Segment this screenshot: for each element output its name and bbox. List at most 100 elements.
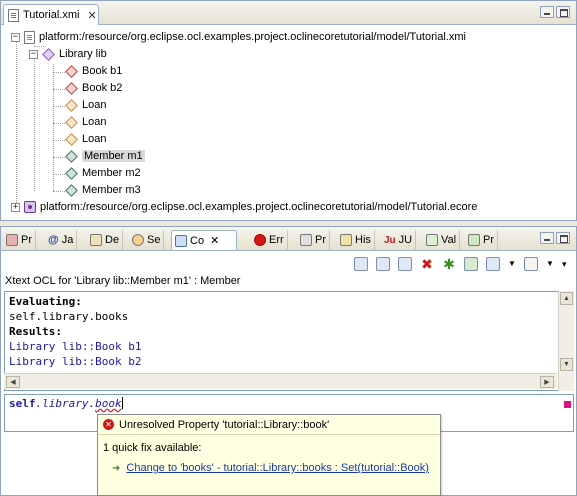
close-console-icon[interactable]: ✖ <box>420 257 434 271</box>
junit-icon: Ju <box>384 234 396 246</box>
load-expression-icon[interactable] <box>354 257 368 271</box>
member-object-icon <box>65 183 78 197</box>
tab-error-log[interactable]: Err <box>251 230 288 250</box>
tree-label: Book b2 <box>82 82 123 94</box>
open-console-icon[interactable] <box>524 257 538 271</box>
input-navigation: library <box>42 397 89 410</box>
tree-label: Loan <box>82 99 107 111</box>
scroll-right-icon[interactable]: ▶ <box>540 376 554 388</box>
tab-console[interactable]: Co ✕ <box>171 230 237 250</box>
view-tabbar: Pr @ Ja De Se Co ✕ Err Pr His Ju JU Val … <box>1 227 576 251</box>
history-icon <box>340 234 352 246</box>
ecore-file-icon <box>24 201 36 213</box>
tab-progress[interactable]: Pr <box>465 230 498 250</box>
tree-row-xmi-resource[interactable]: − platform:/resource/org.eclipse.ocl.exa… <box>11 29 466 45</box>
display-console-icon[interactable] <box>486 257 500 271</box>
quick-fix-arrow-icon: ➜ <box>112 462 121 474</box>
debug-icon[interactable]: ✱ <box>442 257 456 271</box>
tree-row-item[interactable]: Loan <box>65 114 106 130</box>
properties-icon <box>300 234 312 246</box>
tab-label: Co <box>190 234 205 247</box>
quick-fix-header: ✕ Unresolved Property 'tutorial::Library… <box>98 415 440 435</box>
tree-guide-line <box>34 55 35 191</box>
tab-junit[interactable]: Ju JU <box>381 230 417 250</box>
tree-row-item[interactable]: Member m2 <box>65 165 141 181</box>
chevron-down-icon[interactable]: ▼ <box>546 257 554 271</box>
console-icon <box>175 234 187 247</box>
problems-icon <box>6 234 18 246</box>
clear-console-icon[interactable] <box>398 257 412 271</box>
tree-row-item[interactable]: Loan <box>65 97 106 113</box>
tab-label: Pr <box>483 234 494 246</box>
tree-label: Loan <box>82 116 107 128</box>
tab-problems[interactable]: Pr <box>3 230 36 250</box>
member-object-icon <box>65 149 78 163</box>
tab-search[interactable]: Se <box>129 230 165 250</box>
xmi-editor: Tutorial.xmi ✕ − platform:/resource/org.… <box>0 0 577 221</box>
output-vertical-scrollbar[interactable]: ▲ ▼ <box>558 291 574 391</box>
pin-console-icon[interactable] <box>464 257 478 271</box>
tab-label: De <box>105 234 120 246</box>
error-marker-icon[interactable] <box>564 401 571 408</box>
save-expression-icon[interactable] <box>376 257 390 271</box>
scroll-down-icon[interactable]: ▼ <box>560 358 573 371</box>
output-line: Library lib::Book b2 <box>9 355 142 368</box>
collapse-icon[interactable]: − <box>11 32 20 42</box>
maximize-icon[interactable] <box>556 6 570 18</box>
resource-tree: − platform:/resource/org.eclipse.ocl.exa… <box>1 27 576 220</box>
close-icon[interactable]: ✕ <box>210 234 219 247</box>
tree-row-item-selected[interactable]: Member m1 <box>65 148 145 164</box>
tab-history[interactable]: His <box>337 230 375 250</box>
minimize-icon[interactable] <box>540 232 554 244</box>
tab-declaration[interactable]: De <box>87 230 124 250</box>
close-icon[interactable]: ✕ <box>87 9 96 22</box>
input-error-token: book <box>95 397 122 410</box>
tree-row-item[interactable]: Book b1 <box>65 63 122 79</box>
tab-label: Err <box>269 234 284 246</box>
loan-object-icon <box>65 132 78 146</box>
tab-label: JU <box>398 234 413 246</box>
tab-label: His <box>355 234 371 246</box>
tree-guide-line <box>53 89 65 90</box>
view-window-controls <box>540 232 570 244</box>
loan-object-icon <box>65 115 78 129</box>
tab-label: Ja <box>61 234 74 246</box>
error-log-icon <box>254 234 266 246</box>
quick-fix-count: 1 quick fix available: <box>103 442 202 454</box>
scroll-up-icon[interactable]: ▲ <box>560 292 573 305</box>
tree-row-ecore-resource[interactable]: + platform:/resource/org.eclipse.ocl.exa… <box>11 199 477 215</box>
scroll-left-icon[interactable]: ◀ <box>6 376 20 388</box>
tree-row-item[interactable]: Book b2 <box>65 80 122 96</box>
minimize-icon[interactable] <box>540 6 554 18</box>
tree-row-library[interactable]: − Library lib <box>29 46 107 62</box>
maximize-icon[interactable] <box>556 232 570 244</box>
quick-fix-popup: ✕ Unresolved Property 'tutorial::Library… <box>97 414 441 496</box>
view-menu-icon[interactable]: ▾ <box>562 257 570 271</box>
tab-label: Pr <box>315 234 326 246</box>
editor-tab-tutorial-xmi[interactable]: Tutorial.xmi ✕ <box>3 4 99 25</box>
quick-fix-item[interactable]: ➜ Change to 'books' - tutorial::Library:… <box>112 462 429 474</box>
output-line: Evaluating: <box>9 295 82 308</box>
tab-label: Pr <box>21 234 32 246</box>
tree-guide-line <box>16 39 17 209</box>
javadoc-icon: @ <box>48 234 59 246</box>
collapse-icon[interactable]: − <box>29 49 38 59</box>
search-icon <box>132 234 144 246</box>
quick-fix-link[interactable]: Change to 'books' - tutorial::Library::b… <box>126 462 429 474</box>
library-object-icon <box>42 47 55 61</box>
tree-guide-line <box>53 157 65 158</box>
declaration-icon <box>90 234 102 246</box>
output-line: Library lib::Book b1 <box>9 340 142 353</box>
expand-icon[interactable]: + <box>11 202 20 212</box>
tab-properties[interactable]: Pr <box>297 230 330 250</box>
tree-row-item[interactable]: Loan <box>65 131 106 147</box>
tree-guide-line <box>53 174 65 175</box>
output-horizontal-scrollbar[interactable]: ◀ ▶ <box>4 373 557 389</box>
tab-validation[interactable]: Val <box>423 230 461 250</box>
chevron-down-icon[interactable]: ▼ <box>508 257 516 271</box>
tree-guide-line <box>53 191 65 192</box>
tree-row-item[interactable]: Member m3 <box>65 182 141 198</box>
tree-guide-line <box>53 123 65 124</box>
tab-javadoc[interactable]: @ Ja <box>45 230 78 250</box>
resource-file-icon <box>24 30 35 44</box>
